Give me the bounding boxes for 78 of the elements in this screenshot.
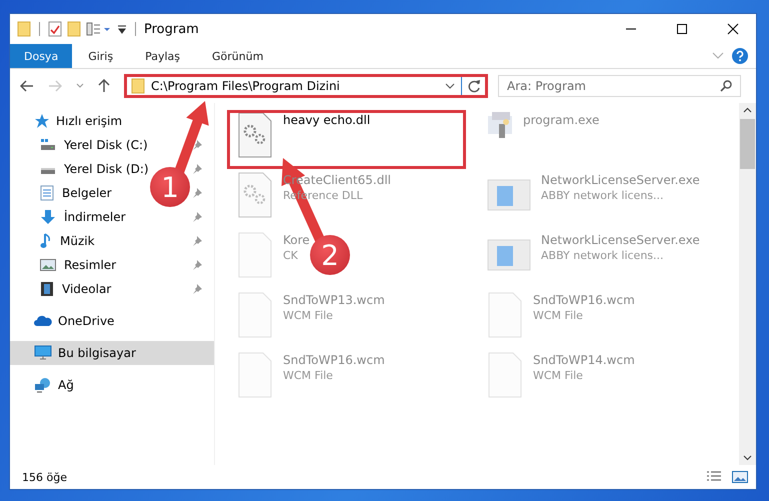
help-icon[interactable] [732,48,748,64]
back-arrow-icon[interactable] [20,80,34,92]
file-name: SndToWP16.wcm [533,293,635,307]
sidebar-item[interactable]: Bu bilgisayar [10,341,214,365]
gear-file-icon [237,171,273,219]
file-type: WCM File [283,309,334,322]
search-icon [720,80,732,92]
window-title: Program [144,22,199,36]
file-type: WCM File [533,309,584,322]
pin-icon[interactable] [192,188,202,198]
blank-file-icon [237,231,273,279]
file-item[interactable]: heavy echo.dll [233,111,374,159]
download-arrow-icon [40,209,56,225]
file-name: heavy echo.dll [283,113,370,127]
file-type: ABBY network licens... [541,189,665,202]
file-name: NetworkLicenseServer.exe [541,233,700,247]
star-icon [34,113,50,129]
sidebar-item[interactable]: Videolar [10,277,116,301]
file-type: CK [283,249,299,262]
drive-icon [40,138,56,152]
file-name: SndToWP13.wcm [283,293,385,307]
sidebar-item[interactable]: Resimler [10,253,120,277]
sidebar-item[interactable]: Ağ [10,373,214,397]
blank-file-icon [237,351,273,399]
window-icon [487,239,531,271]
sidebar-item[interactable]: İndirmeler [10,205,130,229]
pin-icon[interactable] [192,284,202,294]
folder-icon [131,78,145,94]
network-icon [34,377,52,393]
view-menu-icon[interactable] [86,22,112,36]
blank-file-icon [487,351,523,399]
cloud-icon [34,315,52,327]
large-icons-view-icon[interactable] [732,471,748,483]
ribbon-tab[interactable]: Paylaş [129,44,196,68]
sidebar-item[interactable]: Hızlı erişim [10,109,214,133]
details-view-icon[interactable] [706,471,722,483]
monitor-icon [34,345,52,361]
pin-icon[interactable] [192,236,202,246]
file-name: Kore [283,233,310,247]
pin-icon[interactable] [192,140,202,150]
dropdown-caret-icon[interactable] [445,83,455,89]
sidebar-item[interactable]: Yerel Disk (D:) [10,157,153,181]
sidebar-item[interactable]: Yerel Disk (C:) [10,133,152,157]
item-count: 156 öğe [22,470,67,484]
sidebar-item[interactable]: OneDrive [10,309,214,333]
pin-icon[interactable] [192,260,202,270]
installer-icon [487,111,513,139]
file-type: ABBY network licens... [541,249,665,262]
expand-ribbon-icon[interactable] [712,52,724,60]
gear-file-icon [237,111,273,159]
window-icon [487,179,531,211]
pin-icon[interactable] [192,212,202,222]
picture-icon [40,258,56,272]
refresh-icon[interactable] [468,80,481,92]
ribbon-tab[interactable]: Dosya [10,44,72,68]
blank-file-icon [237,291,273,339]
blank-file-icon [487,291,523,339]
film-icon [40,281,54,297]
customize-arrow-icon[interactable] [117,23,127,35]
pin-icon[interactable] [192,164,202,174]
music-note-icon [40,233,52,249]
scrollbar-thumb[interactable] [740,119,755,169]
sidebar-item[interactable]: Müzik [10,229,99,253]
file-type: WCM File [533,369,584,382]
ribbon-tab[interactable]: Giriş [72,44,130,68]
up-arrow-icon[interactable] [98,79,110,93]
file-name: SndToWP14.wcm [533,353,635,367]
address-field[interactable]: C:\Program Files\Program Dizini [124,74,488,98]
sidebar-item[interactable]: Belgeler [10,181,116,205]
file-type: WCM File [283,369,334,382]
ribbon-tab[interactable]: Görünüm [196,44,280,68]
recent-caret-icon[interactable] [76,83,84,89]
file-name: program.exe [523,113,600,127]
properties-icon[interactable] [48,21,62,37]
document-icon [40,185,54,201]
search-field[interactable]: Ara: Program [498,75,741,97]
file-name: SndToWP16.wcm [283,353,385,367]
file-name: NetworkLicenseServer.exe [541,173,700,187]
